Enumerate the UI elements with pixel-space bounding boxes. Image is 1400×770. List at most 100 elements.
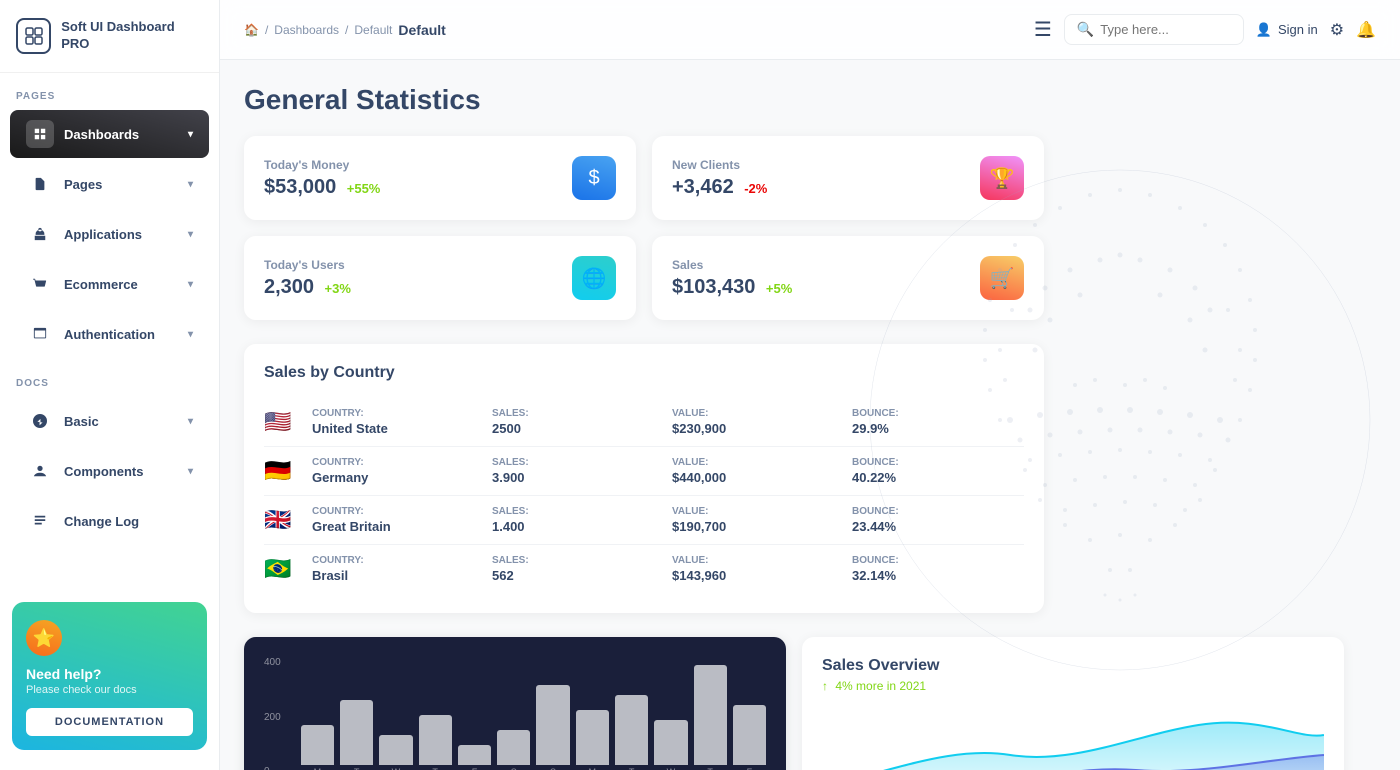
- bar-group: W: [379, 735, 412, 770]
- bar-group: F: [458, 745, 491, 770]
- stat-info: New Clients +3,462 -2%: [672, 158, 767, 199]
- sidebar: Soft UI Dashboard PRO PAGES Dashboards ▾…: [0, 0, 220, 770]
- y-label: 200: [264, 712, 281, 723]
- sales-country-card: Sales by Country 🇺🇸 Country: United Stat…: [244, 344, 1044, 613]
- settings-icon[interactable]: ⚙: [1330, 20, 1344, 40]
- country-row: 🇧🇷 Country: Brasil Sales: 562 Value: $14…: [264, 545, 1024, 593]
- logo-icon: [16, 18, 51, 54]
- country-value-col: Value: $230,900: [672, 408, 844, 436]
- stat-icon: 🌐: [572, 256, 616, 300]
- country-name-col: Country: Great Britain: [312, 506, 484, 534]
- help-subtitle: Please check our docs: [26, 684, 193, 696]
- breadcrumb-current: Default: [354, 23, 392, 37]
- stat-change: -2%: [744, 181, 767, 196]
- charts-row: 4002000 M T W T F S S M T W T F: [244, 637, 1344, 770]
- bar-group: T: [340, 700, 373, 770]
- sidebar-item-label: Change Log: [64, 514, 139, 529]
- sales-overview-card: Sales Overview ↑ 4% more in 2021: [802, 637, 1344, 770]
- bar: [536, 685, 569, 765]
- basic-chevron: ▾: [188, 416, 193, 427]
- sidebar-item-components[interactable]: Components ▾: [10, 447, 209, 495]
- sidebar-item-ecommerce[interactable]: Ecommerce ▾: [10, 260, 209, 308]
- notification-icon[interactable]: 🔔: [1356, 20, 1376, 40]
- sidebar-item-label: Dashboards: [64, 127, 139, 142]
- help-star-icon: ⭐: [26, 620, 62, 656]
- bar: [419, 715, 452, 765]
- bar: [379, 735, 412, 765]
- y-label: 400: [264, 657, 281, 668]
- bar-group: S: [536, 685, 569, 770]
- page-title: General Statistics: [244, 84, 1376, 116]
- sidebar-item-changelog[interactable]: Change Log: [10, 497, 209, 545]
- signin-button[interactable]: 👤 Sign in: [1256, 22, 1318, 38]
- bar: [497, 730, 530, 765]
- stats-grid: Today's Money $53,000 +55% $ New Clients…: [244, 136, 1044, 320]
- components-chevron: ▾: [188, 466, 193, 477]
- country-flag: 🇧🇷: [264, 556, 304, 582]
- applications-chevron: ▾: [188, 229, 193, 240]
- sidebar-item-basic[interactable]: Basic ▾: [10, 397, 209, 445]
- sidebar-item-label: Authentication: [64, 327, 155, 342]
- sales-change-label: 4% more in 2021: [835, 679, 926, 693]
- sidebar-item-label: Pages: [64, 177, 102, 192]
- signin-label: Sign in: [1278, 22, 1318, 37]
- bar: [694, 665, 727, 765]
- applications-icon: [26, 220, 54, 248]
- bar: [733, 705, 766, 765]
- search-input[interactable]: [1100, 22, 1230, 37]
- country-bounce-col: Bounce: 32.14%: [852, 555, 1024, 583]
- user-icon: 👤: [1256, 22, 1272, 38]
- stat-value: 2,300: [264, 276, 314, 298]
- documentation-button[interactable]: DOCUMENTATION: [26, 708, 193, 736]
- basic-icon: [26, 407, 54, 435]
- country-sales-col: Sales: 1.400: [492, 506, 664, 534]
- stat-value: +3,462: [672, 176, 734, 198]
- stat-icon: 🛒: [980, 256, 1024, 300]
- stat-info: Today's Users 2,300 +3%: [264, 258, 351, 299]
- country-name-col: Country: Germany: [312, 457, 484, 485]
- bar: [340, 700, 373, 765]
- country-bounce-col: Bounce: 23.44%: [852, 506, 1024, 534]
- country-name-col: Country: United State: [312, 408, 484, 436]
- sidebar-item-label: Basic: [64, 414, 99, 429]
- country-flag: 🇩🇪: [264, 458, 304, 484]
- topbar-right: 🔍 👤 Sign in ⚙ 🔔: [1064, 14, 1376, 45]
- bar: [615, 695, 648, 765]
- stat-change: +55%: [347, 181, 381, 196]
- country-flag: 🇬🇧: [264, 507, 304, 533]
- bar: [576, 710, 609, 765]
- country-row: 🇺🇸 Country: United State Sales: 2500 Val…: [264, 398, 1024, 447]
- authentication-chevron: ▾: [188, 329, 193, 340]
- search-box[interactable]: 🔍: [1064, 14, 1244, 45]
- stat-icon: $: [572, 156, 616, 200]
- stat-label: Today's Money: [264, 158, 380, 172]
- pages-chevron: ▾: [188, 179, 193, 190]
- stat-value: $53,000: [264, 176, 336, 198]
- country-flag: 🇺🇸: [264, 409, 304, 435]
- ecommerce-icon: [26, 270, 54, 298]
- stat-label: New Clients: [672, 158, 767, 172]
- bar: [458, 745, 491, 765]
- sidebar-item-applications[interactable]: Applications ▾: [10, 210, 209, 258]
- y-label: 0: [264, 766, 281, 770]
- breadcrumb-dashboards: Dashboards: [274, 23, 339, 37]
- content-area: General Statistics Today's Money $53,000…: [220, 60, 1400, 770]
- pages-icon: [26, 170, 54, 198]
- stat-change: +5%: [766, 281, 792, 296]
- stat-change: +3%: [325, 281, 351, 296]
- stat-label: Sales: [672, 258, 792, 272]
- sidebar-item-pages[interactable]: Pages ▾: [10, 160, 209, 208]
- bar-group: M: [576, 710, 609, 770]
- breadcrumb-home-icon[interactable]: 🏠: [244, 23, 259, 37]
- sidebar-item-label: Components: [64, 464, 143, 479]
- sales-overview-change: ↑ 4% more in 2021: [822, 679, 1324, 693]
- sidebar-item-dashboards[interactable]: Dashboards ▾: [10, 110, 209, 158]
- menu-icon[interactable]: ☰: [1034, 17, 1052, 42]
- stat-card-0: Today's Money $53,000 +55% $: [244, 136, 636, 220]
- country-bounce-col: Bounce: 40.22%: [852, 457, 1024, 485]
- trend-up-icon: ↑: [822, 679, 828, 693]
- sidebar-item-authentication[interactable]: Authentication ▾: [10, 310, 209, 358]
- breadcrumb: 🏠 / Dashboards / Default Default: [244, 22, 1014, 38]
- bar-group: F: [733, 705, 766, 770]
- bar: [301, 725, 334, 765]
